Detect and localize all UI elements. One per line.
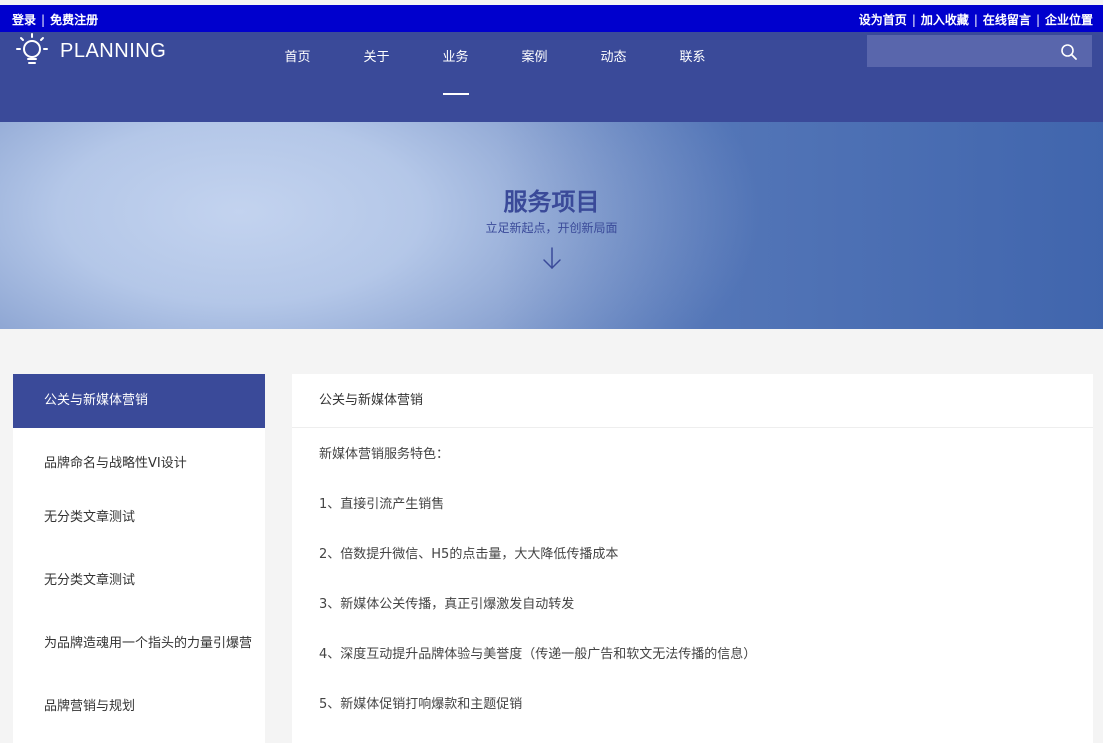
- banner-title: 服务项目: [503, 188, 600, 216]
- sidebar-item-uncategorized-1[interactable]: 无分类文章测试: [13, 491, 265, 554]
- article-panel: 公关与新媒体营销 新媒体营销服务特色： 1、直接引流产生销售 2、倍数提升微信、…: [292, 374, 1093, 743]
- company-location-link[interactable]: 企业位置: [1045, 11, 1093, 28]
- article-title: 公关与新媒体营销: [292, 374, 1093, 428]
- separator: |: [911, 12, 916, 27]
- nav-home[interactable]: 首页: [258, 32, 337, 122]
- separator: |: [973, 12, 978, 27]
- sidebar-item-brand-soul[interactable]: 为品牌造魂用一个指头的力量引爆营: [13, 617, 265, 680]
- top-utility-bar: 登录 | 免费注册 设为首页 | 加入收藏 | 在线留言 | 企业位置: [0, 5, 1103, 32]
- add-favorite-link[interactable]: 加入收藏: [921, 11, 969, 28]
- search-input[interactable]: [867, 35, 1052, 67]
- nav-business[interactable]: 业务: [416, 32, 495, 122]
- nav-cases[interactable]: 案例: [495, 32, 574, 122]
- arrow-down-icon: [543, 247, 561, 270]
- logo-text: PLANNING: [60, 39, 167, 62]
- nav-news[interactable]: 动态: [574, 32, 653, 122]
- article-line: 新媒体营销服务特色：: [319, 447, 450, 462]
- nav-contact[interactable]: 联系: [653, 32, 732, 122]
- nav-about[interactable]: 关于: [337, 32, 416, 122]
- main-nav: 首页 关于 业务 案例 动态 联系: [258, 32, 732, 122]
- category-sidebar: 公关与新媒体营销 品牌命名与战略性VI设计 无分类文章测试 无分类文章测试 为品…: [13, 374, 265, 743]
- account-links: 登录 | 免费注册: [12, 11, 98, 28]
- search-icon[interactable]: [1060, 43, 1078, 61]
- logo[interactable]: PLANNING: [13, 32, 166, 70]
- login-link[interactable]: 登录: [12, 11, 36, 28]
- article-body: 新媒体营销服务特色： 1、直接引流产生销售 2、倍数提升微信、H5的点击量，大大…: [292, 428, 1093, 743]
- page-banner: 服务项目 立足新起点，开创新局面: [0, 122, 1103, 329]
- article-line: 5、新媒体促销打响爆款和主题促销: [319, 697, 523, 712]
- article-line: 1、直接引流产生销售: [319, 497, 445, 512]
- article-line: 4、深度互动提升品牌体验与美誉度（传递一般广告和软文无法传播的信息）: [319, 647, 757, 662]
- set-home-link[interactable]: 设为首页: [859, 11, 907, 28]
- sidebar-item-brand-marketing[interactable]: 品牌营销与规划: [13, 680, 265, 743]
- article-line: 3、新媒体公关传播，真正引爆激发自动转发: [319, 597, 575, 612]
- separator: |: [1035, 12, 1040, 27]
- sidebar-item-uncategorized-2[interactable]: 无分类文章测试: [13, 554, 265, 617]
- main-header: PLANNING 首页 关于 业务 案例 动态 联系: [0, 32, 1103, 122]
- online-message-link[interactable]: 在线留言: [983, 11, 1031, 28]
- banner-subtitle: 立足新起点，开创新局面: [485, 221, 618, 235]
- sidebar-item-pr-new-media[interactable]: 公关与新媒体营销: [13, 374, 265, 428]
- sidebar-item-brand-naming[interactable]: 品牌命名与战略性VI设计: [13, 428, 265, 491]
- site-links: 设为首页 | 加入收藏 | 在线留言 | 企业位置: [859, 11, 1093, 28]
- separator: |: [41, 12, 46, 27]
- lightbulb-icon: [16, 33, 48, 64]
- article-line: 2、倍数提升微信、H5的点击量，大大降低传播成本: [319, 547, 619, 562]
- register-link[interactable]: 免费注册: [50, 11, 98, 28]
- search-box: [867, 35, 1092, 67]
